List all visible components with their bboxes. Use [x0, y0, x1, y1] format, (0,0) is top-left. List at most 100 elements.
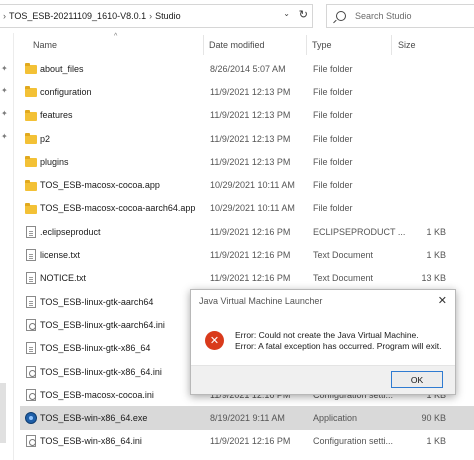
document-icon	[26, 249, 36, 262]
file-type: File folder	[313, 203, 353, 214]
file-date: 11/9/2021 12:16 PM	[210, 250, 291, 261]
breadcrumb-item-root[interactable]: TOS_ESB-20211109_1610-V8.0.1	[9, 11, 146, 21]
pin-icon: ✦	[1, 109, 8, 118]
settings-file-icon	[26, 435, 36, 448]
pin-icon: ✦	[1, 64, 8, 73]
file-date: 11/9/2021 12:13 PM	[210, 86, 291, 97]
document-icon	[26, 295, 36, 308]
file-date: 11/9/2021 12:16 PM	[210, 436, 291, 447]
file-name: TOS_ESB-macosx-cocoa.app	[40, 180, 160, 191]
chevron-down-icon[interactable]: ⌄	[283, 9, 290, 18]
file-row[interactable]: .eclipseproduct 11/9/2021 12:16 PM ECLIPSE…	[20, 220, 474, 243]
file-name-cell: TOS_ESB-win-x86_64.exe	[25, 412, 148, 425]
settings-file-icon	[26, 318, 36, 331]
file-row[interactable]: about_files 8/26/2014 5:07 AM File folder	[20, 57, 474, 80]
file-name-cell: TOS_ESB-linux-gtk-x86_64.ini	[25, 365, 162, 378]
file-type: File folder	[313, 180, 353, 191]
file-size: 13 KB	[421, 273, 446, 284]
folder-icon	[25, 133, 37, 145]
file-row[interactable]: features 11/9/2021 12:13 PM File folder	[20, 104, 474, 127]
file-type: File folder	[313, 86, 353, 97]
file-name: TOS_ESB-linux-gtk-x86_64.ini	[40, 366, 162, 377]
file-size: 1 KB	[426, 436, 446, 447]
file-name: TOS_ESB-linux-gtk-x86_64	[40, 343, 151, 354]
nav-scrollbar[interactable]	[0, 383, 6, 443]
folder-icon	[25, 63, 37, 75]
breadcrumb-item-studio[interactable]: Studio	[155, 11, 181, 21]
file-type: Text Document	[313, 273, 374, 284]
ok-button[interactable]: OK	[391, 371, 443, 388]
document-icon	[26, 225, 36, 238]
file-row[interactable]: configuration 11/9/2021 12:13 PM File fold…	[20, 80, 474, 103]
error-message: Error: Could not create the Java Virtual…	[235, 330, 441, 352]
file-type: File folder	[313, 63, 353, 74]
column-divider[interactable]	[203, 35, 204, 55]
file-name: TOS_ESB-win-x86_64.exe	[40, 413, 148, 424]
breadcrumb[interactable]: › TOS_ESB-20211109_1610-V8.0.1 › Studio …	[0, 4, 313, 28]
refresh-icon[interactable]: ↻	[299, 8, 308, 21]
file-name-cell: about_files	[25, 63, 84, 75]
file-name-cell: TOS_ESB-macosx-cocoa-aarch64.app	[25, 202, 195, 214]
search-input[interactable]: Search Studio	[326, 4, 474, 28]
pin-icon: ✦	[1, 86, 8, 95]
folder-icon	[25, 109, 37, 121]
column-header-type[interactable]: Type	[312, 40, 332, 50]
file-name-cell: .eclipseproduct	[25, 225, 101, 238]
file-row[interactable]: TOS_ESB-win-x86_64.exe 8/19/2021 9:11 AM A…	[20, 406, 474, 430]
file-name-cell: configuration	[25, 86, 92, 98]
file-size: 1 KB	[426, 226, 446, 237]
file-name: license.txt	[40, 250, 81, 261]
file-type: Text Document	[313, 250, 374, 261]
file-date: 11/9/2021 12:13 PM	[210, 110, 291, 121]
file-type: File folder	[313, 133, 353, 144]
file-name: p2	[40, 133, 51, 144]
file-name-cell: features	[25, 109, 73, 121]
sort-up-icon: ^	[114, 33, 118, 40]
file-name: features	[40, 110, 73, 121]
file-name-cell: TOS_ESB-linux-gtk-aarch64	[25, 295, 153, 308]
file-type: File folder	[313, 110, 353, 121]
column-header-date[interactable]: Date modified	[209, 40, 265, 50]
file-date: 11/9/2021 12:13 PM	[210, 133, 291, 144]
file-name-cell: plugins	[25, 156, 69, 168]
file-name-cell: license.txt	[25, 249, 81, 262]
dialog-footer: OK	[191, 365, 455, 394]
file-size: 90 KB	[421, 413, 446, 424]
search-icon	[336, 11, 346, 21]
file-name: TOS_ESB-macosx-cocoa.ini	[40, 389, 154, 400]
file-name: configuration	[40, 86, 92, 97]
file-row[interactable]: plugins 11/9/2021 12:13 PM File folder	[20, 150, 474, 173]
file-date: 11/9/2021 12:16 PM	[210, 226, 291, 237]
document-icon	[26, 342, 36, 355]
column-divider[interactable]	[306, 35, 307, 55]
file-row[interactable]: license.txt 11/9/2021 12:16 PM Text Docume…	[20, 243, 474, 266]
file-name-cell: TOS_ESB-macosx-cocoa.ini	[25, 388, 154, 401]
column-divider[interactable]	[391, 35, 392, 55]
address-bar: › TOS_ESB-20211109_1610-V8.0.1 › Studio …	[0, 0, 474, 33]
column-header-name[interactable]: Name	[33, 40, 57, 50]
file-row[interactable]: p2 11/9/2021 12:13 PM File folder	[20, 127, 474, 150]
file-row[interactable]: TOS_ESB-macosx-cocoa-aarch64.app 10/29/20…	[20, 197, 474, 220]
settings-file-icon	[26, 365, 36, 378]
chevron-right-icon: ›	[149, 11, 153, 21]
file-date: 11/9/2021 12:13 PM	[210, 156, 291, 167]
file-name-cell: TOS_ESB-win-x86_64.ini	[25, 435, 142, 448]
file-name: .eclipseproduct	[40, 226, 101, 237]
file-name-cell: TOS_ESB-macosx-cocoa.app	[25, 179, 160, 191]
file-type: ECLIPSEPRODUCT ...	[313, 226, 406, 237]
column-header-size[interactable]: Size	[398, 40, 416, 50]
file-row[interactable]: NOTICE.txt 11/9/2021 12:16 PM Text Documen…	[20, 267, 474, 290]
file-name: about_files	[40, 63, 84, 74]
file-date: 8/19/2021 9:11 AM	[210, 413, 285, 424]
close-icon[interactable]: ✕	[438, 294, 447, 307]
navigation-pane: ✦ ✦ ✦ ✦	[0, 33, 14, 460]
file-name-cell: NOTICE.txt	[25, 272, 86, 285]
pin-icon: ✦	[1, 132, 8, 141]
application-icon	[25, 412, 37, 425]
file-date: 11/9/2021 12:16 PM	[210, 273, 291, 284]
file-type: Configuration setti...	[313, 436, 394, 447]
file-row[interactable]: TOS_ESB-win-x86_64.ini 11/9/2021 12:16 PM…	[20, 430, 474, 453]
file-name-cell: TOS_ESB-linux-gtk-x86_64	[25, 342, 151, 355]
file-date: 10/29/2021 10:11 AM	[210, 180, 295, 191]
file-row[interactable]: TOS_ESB-macosx-cocoa.app 10/29/2021 10:11…	[20, 173, 474, 196]
